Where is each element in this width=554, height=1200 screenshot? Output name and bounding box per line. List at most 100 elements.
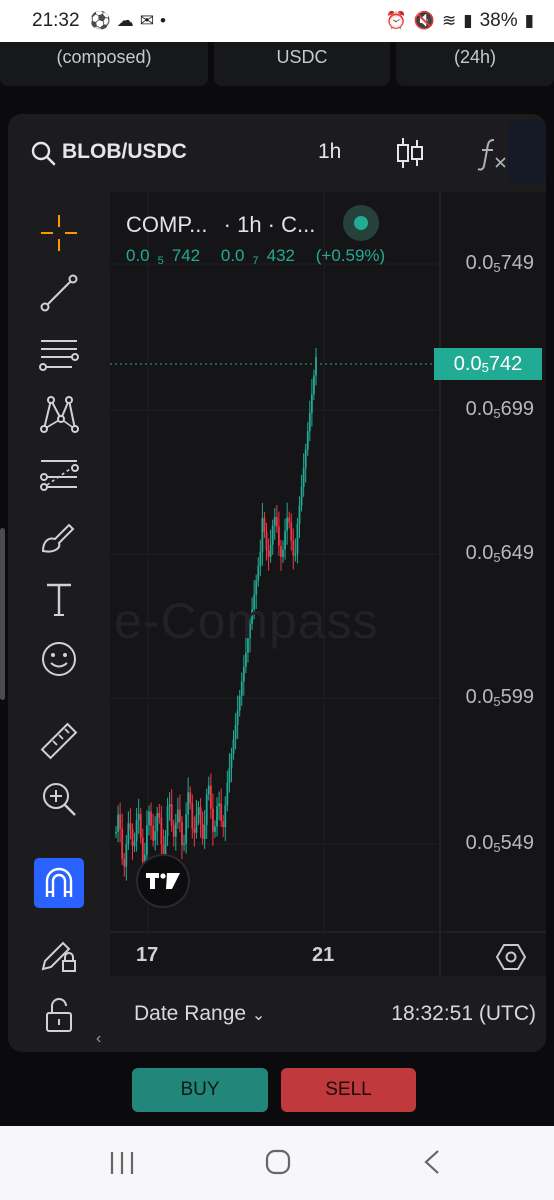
zoom-tool[interactable] xyxy=(36,776,82,822)
candle-body xyxy=(152,825,155,841)
candle-body xyxy=(117,814,119,832)
candle-body xyxy=(315,357,317,376)
chart-settings-icon[interactable] xyxy=(496,942,526,972)
search-icon[interactable] xyxy=(30,140,56,166)
back-icon[interactable] xyxy=(422,1148,442,1176)
fib-lines-icon xyxy=(39,340,79,371)
candle-body xyxy=(148,811,150,826)
lock-tool[interactable] xyxy=(36,992,82,1038)
candle-body xyxy=(150,811,152,826)
candle-body xyxy=(133,841,136,846)
magnet-icon xyxy=(45,867,73,897)
candle-body xyxy=(218,803,220,807)
status-left-icons: ⚽ ☁ ✉ • xyxy=(90,11,166,31)
chart-legend: COMP... · 1h · C... xyxy=(126,205,380,244)
candle-body xyxy=(197,807,200,816)
corner-panel xyxy=(508,120,546,184)
candle-body xyxy=(220,803,223,822)
edge-panel-handle[interactable] xyxy=(0,528,5,700)
candle-body xyxy=(135,819,138,842)
candle-body xyxy=(257,566,260,581)
smiley-icon xyxy=(42,642,76,676)
top-stat-cards: (composed) USDC (24h) xyxy=(0,42,554,86)
android-nav-bar xyxy=(0,1126,554,1200)
candle-body xyxy=(298,505,301,525)
candle-body xyxy=(216,806,218,827)
candle-body xyxy=(290,522,293,541)
recent-apps-icon[interactable] xyxy=(108,1150,136,1176)
wifi-icon: ≋ xyxy=(442,11,457,30)
candle-body xyxy=(212,808,214,832)
forecast-tool[interactable] xyxy=(36,452,82,498)
candle-body xyxy=(292,540,295,556)
stat-card-quote: USDC xyxy=(214,42,390,86)
text-tool[interactable] xyxy=(36,576,82,622)
collapse-toolbar-icon[interactable]: ‹ xyxy=(96,1030,101,1048)
price-axis-label: 0.05699 xyxy=(465,398,534,421)
interval-button[interactable]: 1h xyxy=(318,140,341,164)
candle-body xyxy=(183,843,185,846)
lock-drawing-tool[interactable] xyxy=(36,932,82,978)
candle-body xyxy=(286,517,289,531)
candle-body xyxy=(234,724,237,740)
tradingview-logo[interactable] xyxy=(136,854,190,908)
candle-body xyxy=(154,831,157,841)
candle-body xyxy=(168,804,171,807)
candle-body xyxy=(224,805,227,828)
fib-retracement-tool[interactable] xyxy=(36,332,82,378)
crosshair-icon xyxy=(41,215,77,251)
forecast-icon xyxy=(40,460,79,491)
utc-clock[interactable]: 18:32:51 (UTC) xyxy=(391,1002,536,1026)
candle-body xyxy=(284,530,286,550)
candle-body xyxy=(172,825,175,837)
brush-tool[interactable] xyxy=(36,514,82,560)
candle-body xyxy=(308,412,311,432)
pattern-tool[interactable] xyxy=(36,392,82,438)
candle-body xyxy=(259,551,262,567)
date-range-button[interactable]: Date Range ⌄ xyxy=(134,1002,265,1026)
candle-body xyxy=(222,821,225,828)
price-axis-label: 0.05649 xyxy=(465,542,534,565)
candle-body xyxy=(127,823,130,844)
emoji-tool[interactable] xyxy=(36,636,82,682)
candle-body xyxy=(302,468,305,487)
chevron-down-icon: ⌄ xyxy=(251,1007,266,1024)
candle-body xyxy=(123,858,126,867)
candlestick-icon[interactable] xyxy=(396,136,424,170)
candle-body xyxy=(242,667,245,682)
trend-line-icon xyxy=(40,274,78,312)
zoom-in-icon xyxy=(43,783,76,816)
buy-button[interactable]: BUY xyxy=(132,1068,268,1112)
chart-bottom-bar: Date Range ⌄ 18:32:51 (UTC) xyxy=(108,976,546,1052)
candle-body xyxy=(158,813,161,818)
indicators-fx-icon[interactable] xyxy=(474,136,510,172)
candle-body xyxy=(207,785,210,795)
mail-icon: ✉ xyxy=(139,11,154,30)
candle-body xyxy=(160,817,163,845)
crosshair-tool[interactable] xyxy=(36,210,82,256)
symbol-search-button[interactable]: BLOB/USDC xyxy=(62,140,187,164)
magnet-mode-button[interactable] xyxy=(34,858,84,908)
market-status-icon[interactable] xyxy=(343,205,380,241)
measure-tool[interactable] xyxy=(36,718,82,764)
candle-body xyxy=(306,431,309,450)
price-axis-label: 0.05549 xyxy=(465,832,534,855)
candle-body xyxy=(269,544,272,557)
candle-body xyxy=(267,550,270,557)
home-icon[interactable] xyxy=(264,1148,292,1176)
candle-body xyxy=(191,803,194,829)
candle-body xyxy=(265,531,268,551)
price-axis-label: 0.05749 xyxy=(465,252,534,275)
trend-line-tool[interactable] xyxy=(36,270,82,316)
candle-body xyxy=(176,809,179,823)
candle-body xyxy=(181,822,183,846)
candle-body xyxy=(244,652,247,668)
candle-body xyxy=(230,753,233,769)
time-axis-label: 17 xyxy=(136,944,159,966)
candle-body xyxy=(300,486,303,506)
candle-body xyxy=(313,375,315,395)
chart-pane[interactable]: e-Compass COMP... · 1h · C... 0.0 5 742 0.… xyxy=(110,192,546,1052)
candle-body xyxy=(214,826,216,832)
sell-button[interactable]: SELL xyxy=(281,1068,416,1112)
unlock-icon xyxy=(46,998,72,1032)
